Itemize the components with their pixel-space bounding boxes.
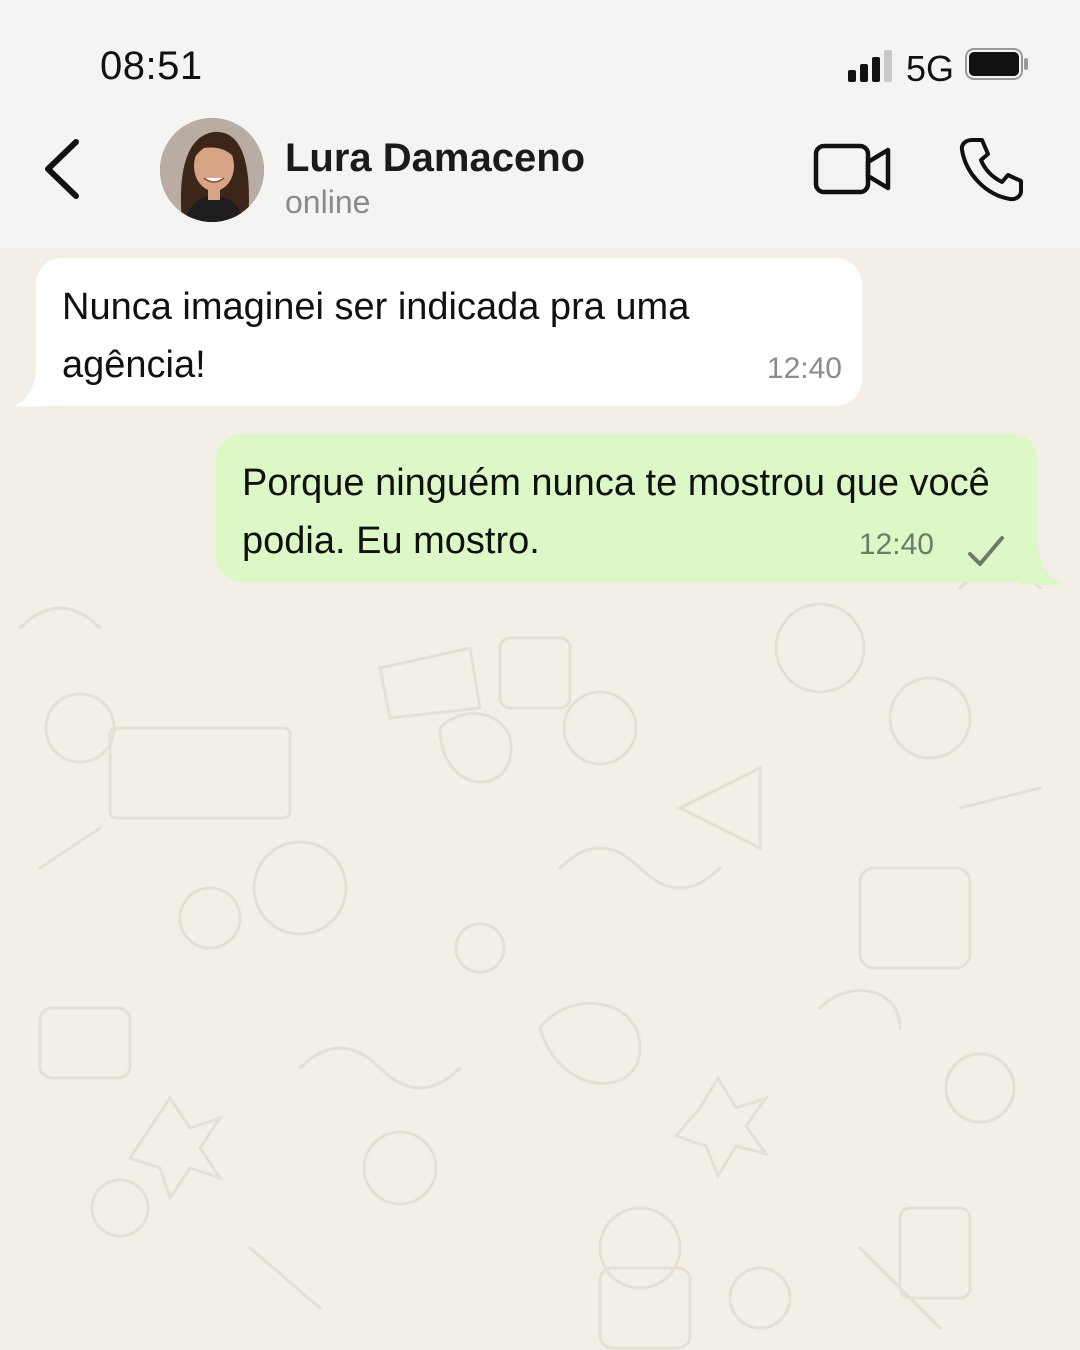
contact-name[interactable]: Lura Damaceno (285, 136, 585, 181)
incoming-message-time: 12:40 (766, 352, 842, 385)
outgoing-message-time: 12:40 (858, 528, 934, 561)
chat-area[interactable]: Nunca imaginei ser indicada pra uma agên… (0, 248, 1080, 1350)
incoming-message-bubble[interactable]: Nunca imaginei ser indicada pra uma agên… (36, 258, 862, 406)
signal-bars-icon (848, 50, 892, 82)
contact-status: online (285, 184, 371, 220)
video-camera-icon[interactable] (812, 142, 892, 198)
single-check-icon (968, 536, 1004, 566)
doodle-wallpaper (18, 566, 1042, 1350)
avatar[interactable] (160, 118, 264, 222)
phone-icon[interactable] (958, 136, 1024, 202)
chat-header: Lura Damaceno online (0, 118, 1080, 248)
battery-icon (965, 48, 1028, 80)
outgoing-message-bubble[interactable]: Porque ninguém nunca te mostrou que você… (216, 434, 1038, 582)
status-bar: 08:51 5G (0, 0, 1080, 118)
avatar-photo (160, 118, 264, 222)
status-time: 08:51 (100, 44, 203, 88)
network-label: 5G (906, 48, 955, 89)
incoming-message-text: Nunca imaginei ser indicada pra uma agên… (62, 286, 690, 386)
chevron-left-icon[interactable] (38, 136, 88, 202)
